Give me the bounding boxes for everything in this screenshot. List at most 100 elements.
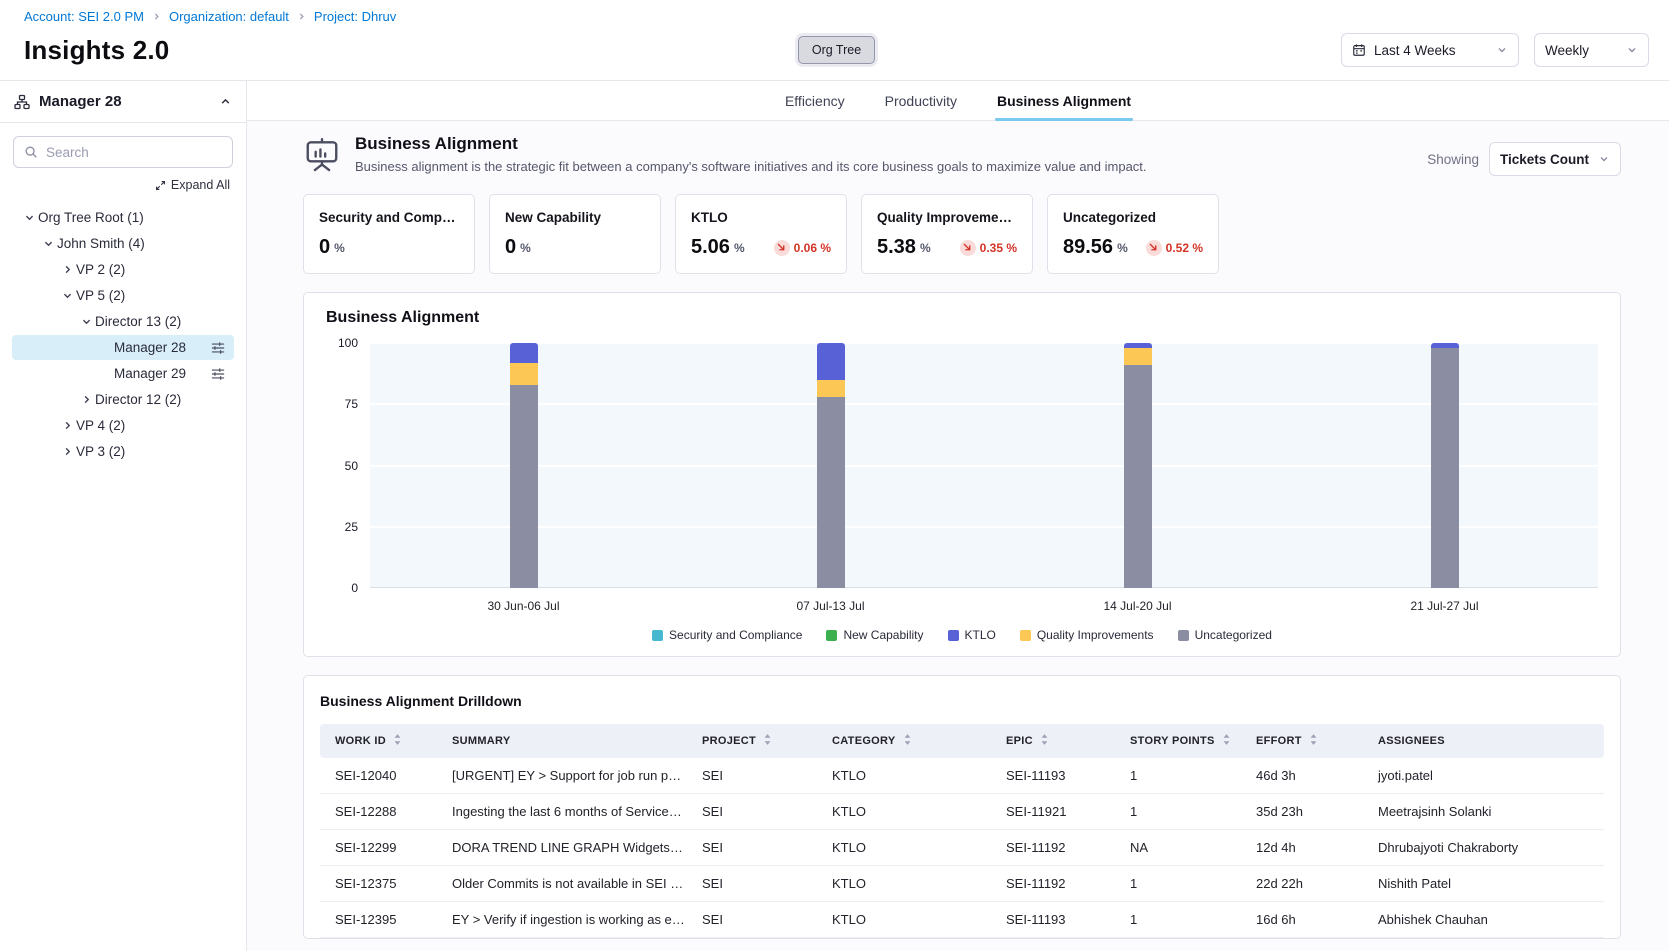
bar-segment-uncategorized[interactable]: [817, 397, 845, 588]
table-cell: 22d 22h: [1248, 866, 1370, 902]
column-header-story-points[interactable]: STORY POINTS: [1122, 724, 1248, 758]
legend-item-ktlo[interactable]: KTLO: [948, 628, 996, 642]
legend-item-quality-improvements[interactable]: Quality Improvements: [1020, 628, 1154, 642]
table-row[interactable]: SEI-12375Older Commits is not available …: [320, 866, 1604, 902]
showing-dropdown[interactable]: Tickets Count: [1489, 142, 1621, 176]
tree-item-director-13-2[interactable]: Director 13 (2): [12, 309, 234, 334]
column-header-project[interactable]: PROJECT: [694, 724, 824, 758]
chevron-right-icon[interactable]: [77, 394, 95, 405]
x-tick-label: 07 Jul-13 Jul: [677, 599, 984, 613]
column-header-label: SUMMARY: [452, 735, 511, 747]
bar-segment-quality-improvements[interactable]: [510, 363, 538, 385]
column-header-work-id[interactable]: WORK ID: [320, 724, 444, 758]
chevron-down-icon[interactable]: [20, 212, 38, 223]
legend-item-security-and-compliance[interactable]: Security and Compliance: [652, 628, 802, 642]
granularity-dropdown[interactable]: Weekly: [1534, 33, 1649, 67]
tree-item-label: John Smith (4): [57, 236, 145, 251]
y-tick-label: 75: [345, 397, 358, 411]
bar-segment-ktlo[interactable]: [510, 343, 538, 363]
business-alignment-icon: [303, 136, 341, 179]
stacked-bar-07-jul-13-jul[interactable]: [817, 343, 845, 588]
sliders-icon[interactable]: [211, 367, 234, 381]
column-header-label: STORY POINTS: [1130, 735, 1215, 747]
search-input[interactable]: [46, 145, 222, 160]
date-range-dropdown[interactable]: Last 4 Weeks: [1341, 33, 1519, 67]
column-header-epic[interactable]: EPIC: [998, 724, 1122, 758]
metric-card-title: Quality Improvements: [877, 210, 1017, 225]
legend-item-new-capability[interactable]: New Capability: [826, 628, 923, 642]
table-cell: KTLO: [824, 758, 998, 794]
chart-legend: Security and Compliance New Capability KTL…: [326, 628, 1598, 642]
table-row[interactable]: SEI-12395EY > Verify if ingestion is wor…: [320, 902, 1604, 938]
table-row[interactable]: SEI-12288Ingesting the last 6 months of …: [320, 794, 1604, 830]
tab-efficiency[interactable]: Efficiency: [783, 81, 847, 120]
bar-segment-uncategorized[interactable]: [510, 385, 538, 588]
sort-icon[interactable]: [763, 733, 772, 749]
sliders-icon[interactable]: [211, 341, 234, 355]
bar-segment-quality-improvements[interactable]: [817, 380, 845, 397]
page-header: Account: SEI 2.0 PM Organization: default…: [0, 0, 1669, 81]
bar-segment-uncategorized[interactable]: [1124, 365, 1152, 588]
stacked-bar-14-jul-20-jul[interactable]: [1124, 343, 1152, 588]
legend-item-uncategorized[interactable]: Uncategorized: [1178, 628, 1272, 642]
gridline: [370, 342, 1598, 344]
chevron-right-icon[interactable]: [58, 420, 76, 431]
metric-unit: %: [734, 241, 745, 255]
table-header-row: WORK ID SUMMARY PROJECTCATEGORYEPIC STORY P…: [320, 724, 1604, 758]
breadcrumb-link-account[interactable]: Account: SEI 2.0 PM: [24, 9, 144, 24]
chevron-right-icon[interactable]: [58, 264, 76, 275]
chevron-down-icon[interactable]: [77, 316, 95, 327]
metric-delta-value: 0.52 %: [1166, 241, 1203, 255]
gridline: [370, 403, 1598, 405]
tree-item-director-12-2[interactable]: Director 12 (2): [12, 387, 234, 412]
y-tick-label: 100: [338, 336, 358, 350]
org-tree-button[interactable]: Org Tree: [798, 36, 875, 64]
column-header-effort[interactable]: EFFORT: [1248, 724, 1370, 758]
chevron-right-icon[interactable]: [58, 446, 76, 457]
table-row[interactable]: SEI-12040[URGENT] EY > Support for job r…: [320, 758, 1604, 794]
stacked-bar-21-jul-27-jul[interactable]: [1431, 343, 1459, 588]
metric-value: 5.06: [691, 236, 730, 259]
sort-icon[interactable]: [393, 733, 402, 749]
breadcrumb-separator-icon: [297, 12, 306, 21]
bar-segment-uncategorized[interactable]: [1431, 348, 1459, 588]
table-cell: SEI-12288: [320, 794, 444, 830]
tab-productivity[interactable]: Productivity: [883, 81, 959, 120]
bar-segment-quality-improvements[interactable]: [1124, 348, 1152, 365]
sort-icon[interactable]: [903, 733, 912, 749]
tree-item-john-smith-4[interactable]: John Smith (4): [12, 231, 234, 256]
search-icon: [24, 145, 38, 159]
granularity-value: Weekly: [1545, 43, 1589, 58]
sort-icon[interactable]: [1040, 733, 1049, 749]
breadcrumb-link-organization[interactable]: Organization: default: [169, 9, 289, 24]
tree-item-vp-3-2[interactable]: VP 3 (2): [12, 439, 234, 464]
table-cell: SEI-11192: [998, 866, 1122, 902]
tree-item-manager-28[interactable]: Manager 28: [12, 335, 234, 360]
column-header-category[interactable]: CATEGORY: [824, 724, 998, 758]
breadcrumb-link-project[interactable]: Project: Dhruv: [314, 9, 396, 24]
chevron-up-icon[interactable]: [219, 95, 232, 108]
tree-item-vp-4-2[interactable]: VP 4 (2): [12, 413, 234, 438]
tree-item-vp-2-2[interactable]: VP 2 (2): [12, 257, 234, 282]
chart-baseline: [370, 587, 1598, 588]
metric-value: 89.56: [1063, 236, 1113, 259]
expand-all-button[interactable]: Expand All: [0, 168, 246, 196]
table-cell: 12d 4h: [1248, 830, 1370, 866]
tree-item-vp-5-2[interactable]: VP 5 (2): [12, 283, 234, 308]
column-header-summary: SUMMARY: [444, 724, 694, 758]
sort-icon[interactable]: [1222, 733, 1231, 749]
column-header-label: WORK ID: [335, 735, 386, 747]
tree-item-org-tree-root-1[interactable]: Org Tree Root (1): [12, 205, 234, 230]
stacked-bar-30-jun-06-jul[interactable]: [510, 343, 538, 588]
table-cell: SEI: [694, 902, 824, 938]
sort-icon[interactable]: [1309, 733, 1318, 749]
table-cell: SEI: [694, 794, 824, 830]
table-row[interactable]: SEI-12299DORA TREND LINE GRAPH Widgets i…: [320, 830, 1604, 866]
table-body: SEI-12040[URGENT] EY > Support for job r…: [320, 758, 1604, 938]
tab-business-alignment[interactable]: Business Alignment: [995, 81, 1133, 120]
chevron-down-icon[interactable]: [39, 238, 57, 249]
tree-item-manager-29[interactable]: Manager 29: [12, 361, 234, 386]
bar-segment-ktlo[interactable]: [817, 343, 845, 380]
search-box: [13, 136, 233, 168]
chevron-down-icon[interactable]: [58, 290, 76, 301]
